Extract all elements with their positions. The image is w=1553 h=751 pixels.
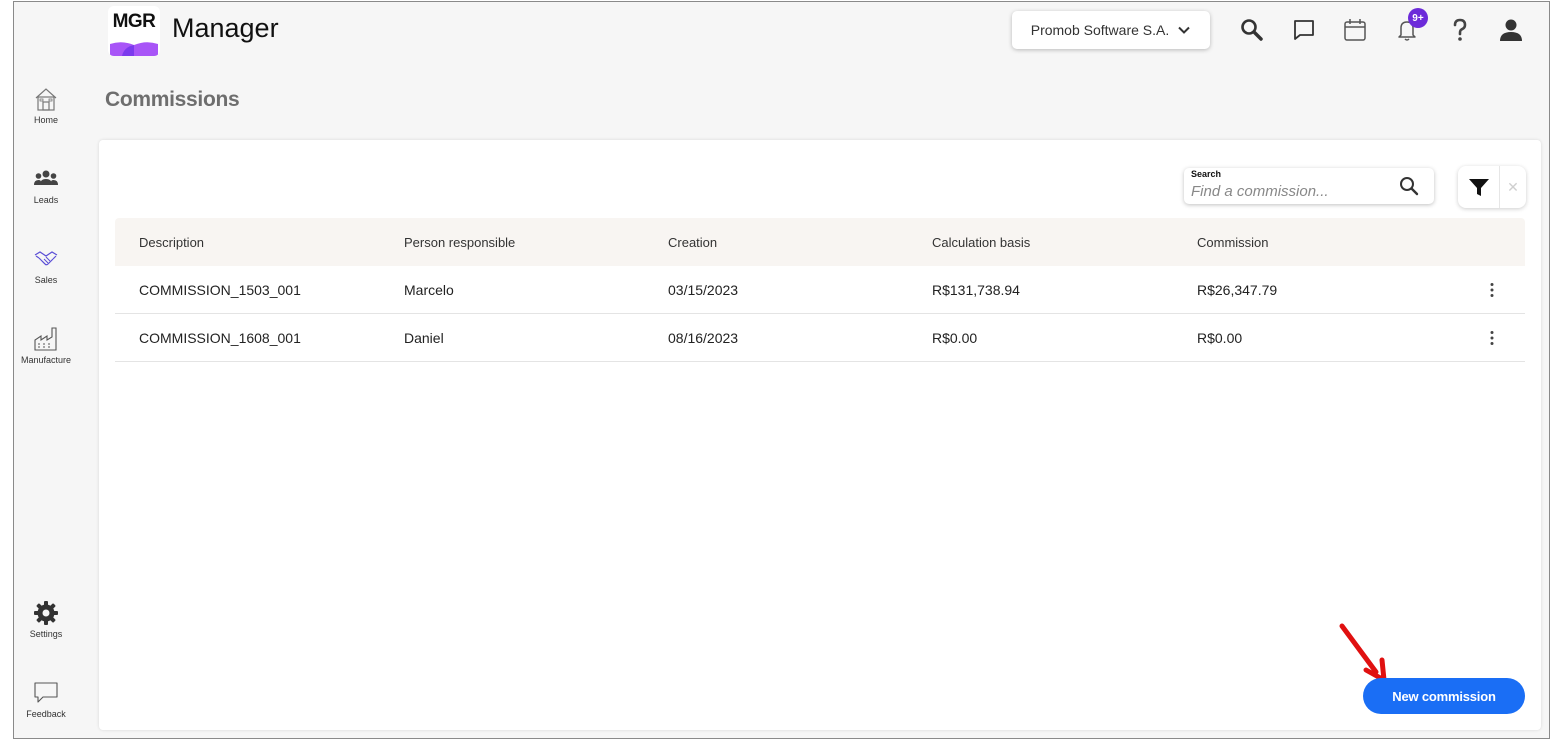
page-title: Commissions xyxy=(105,88,240,111)
cell-commission: R$0.00 xyxy=(1197,329,1243,346)
sidebar: Home Leads Sales Manufacture Settings Fe… xyxy=(14,60,78,738)
company-name: Promob Software S.A. xyxy=(1030,22,1170,38)
gear-icon xyxy=(34,601,58,625)
search-input[interactable] xyxy=(1191,182,1391,200)
factory-icon xyxy=(34,327,57,351)
sidebar-item-label: Sales xyxy=(34,275,58,285)
annotation-arrow-icon xyxy=(1339,623,1387,683)
cell-actions xyxy=(1437,281,1525,299)
table-row[interactable]: COMMISSION_1503_001 Marcelo 03/15/2023 R… xyxy=(115,266,1525,314)
handshake-icon xyxy=(34,251,58,266)
sidebar-item-label: Settings xyxy=(29,629,63,639)
sidebar-item-settings[interactable]: Settings xyxy=(14,600,78,639)
logo-text: MGR xyxy=(112,11,156,32)
users-icon xyxy=(34,170,58,185)
messages-button[interactable] xyxy=(1290,16,1318,44)
cell-description: COMMISSION_1503_001 xyxy=(139,281,301,298)
more-options-icon[interactable] xyxy=(1483,329,1501,347)
search-icon[interactable] xyxy=(1398,175,1420,197)
cell-person: Marcelo xyxy=(404,281,454,298)
cell-calculation-basis: R$131,738.94 xyxy=(932,281,1020,298)
app-window: MGR Manager Promob Software S.A. 9+ Home… xyxy=(13,1,1550,739)
user-menu-button[interactable] xyxy=(1497,16,1525,44)
sidebar-item-label: Leads xyxy=(33,195,59,205)
sidebar-item-manufacture[interactable]: Manufacture xyxy=(14,326,78,365)
message-icon xyxy=(1294,20,1314,40)
logo-shape-icon xyxy=(110,42,158,56)
column-header-creation[interactable]: Creation xyxy=(644,235,908,250)
app-title: Manager xyxy=(172,13,279,43)
sidebar-item-home[interactable]: Home xyxy=(14,86,78,125)
cell-calculation-basis: R$0.00 xyxy=(932,329,978,346)
cell-actions xyxy=(1437,329,1525,347)
content-card: Search ✕ Description Person responsible … xyxy=(99,140,1541,730)
chat-icon xyxy=(34,682,58,703)
notification-badge: 9+ xyxy=(1408,8,1428,28)
cell-person: Daniel xyxy=(404,329,444,346)
sidebar-item-sales[interactable]: Sales xyxy=(14,246,78,285)
sidebar-item-label: Feedback xyxy=(26,709,66,719)
cell-description: COMMISSION_1608_001 xyxy=(139,329,301,346)
column-header-calculation-basis[interactable]: Calculation basis xyxy=(908,235,1173,250)
search-box: Search xyxy=(1184,168,1434,204)
filter-icon xyxy=(1468,179,1489,196)
close-icon: ✕ xyxy=(1507,178,1519,195)
notifications-button[interactable]: 9+ xyxy=(1393,8,1428,44)
help-icon xyxy=(1453,18,1467,41)
search-button[interactable] xyxy=(1238,16,1266,44)
sidebar-item-leads[interactable]: Leads xyxy=(14,166,78,205)
sidebar-item-label: Manufacture xyxy=(20,355,72,365)
search-label: Search xyxy=(1191,169,1222,179)
search-icon xyxy=(1241,19,1263,41)
user-icon xyxy=(1500,19,1522,41)
clear-filter-button[interactable]: ✕ xyxy=(1500,166,1526,208)
app-logo[interactable]: MGR xyxy=(108,6,160,56)
cell-creation: 08/16/2023 xyxy=(668,329,739,346)
column-header-description[interactable]: Description xyxy=(115,235,380,250)
commissions-table: Description Person responsible Creation … xyxy=(115,218,1525,362)
cell-commission: R$26,347.79 xyxy=(1197,281,1278,298)
column-header-person[interactable]: Person responsible xyxy=(380,235,644,250)
sidebar-item-label: Home xyxy=(33,115,58,125)
company-selector[interactable]: Promob Software S.A. xyxy=(1012,11,1210,49)
table-row[interactable]: COMMISSION_1608_001 Daniel 08/16/2023 R$… xyxy=(115,314,1525,362)
cell-creation: 03/15/2023 xyxy=(668,281,739,298)
filter-control: ✕ xyxy=(1458,166,1526,208)
top-bar: MGR Manager Promob Software S.A. 9+ xyxy=(14,2,1549,60)
more-options-icon[interactable] xyxy=(1483,281,1501,299)
column-header-commission[interactable]: Commission xyxy=(1173,235,1437,250)
home-icon xyxy=(35,88,57,111)
new-commission-button[interactable]: New commission xyxy=(1363,678,1525,714)
chevron-down-icon xyxy=(1178,26,1190,34)
calendar-icon xyxy=(1344,19,1366,41)
sidebar-item-feedback[interactable]: Feedback xyxy=(14,680,78,719)
help-button[interactable] xyxy=(1446,16,1474,44)
calendar-button[interactable] xyxy=(1341,16,1369,44)
table-header: Description Person responsible Creation … xyxy=(115,218,1525,266)
filter-button[interactable] xyxy=(1458,166,1500,208)
